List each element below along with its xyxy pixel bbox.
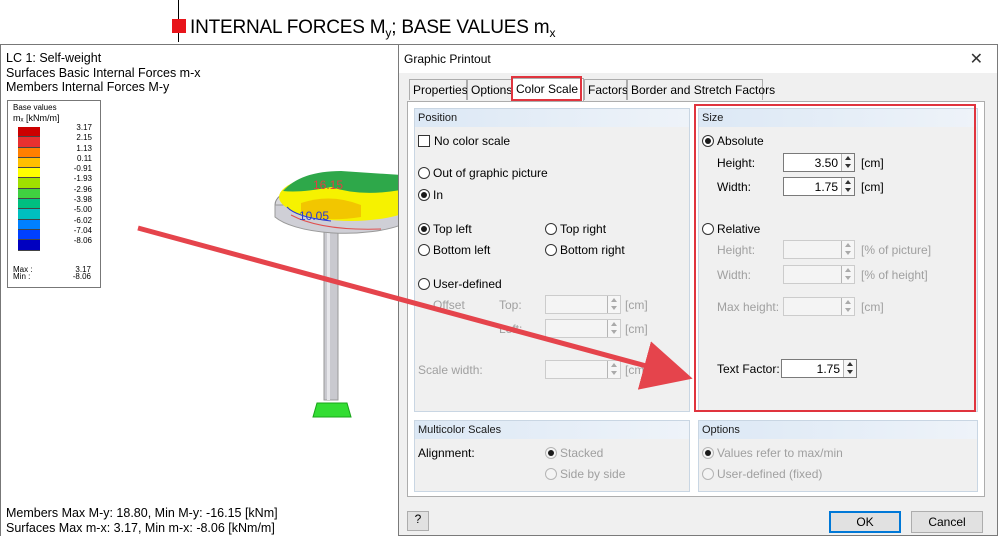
offset-label: Offset	[433, 298, 465, 312]
dialog-title: Graphic Printout	[404, 52, 491, 66]
alignment-label: Alignment:	[418, 446, 475, 460]
in-radio[interactable]: In	[418, 188, 443, 202]
graphic-panel: LC 1: Self-weight Surfaces Basic Interna…	[0, 44, 400, 536]
position-header: Position	[415, 109, 689, 127]
offset-top-input[interactable]	[545, 295, 621, 314]
result-summary: Members Max M-y: 18.80, Min M-y: -16.15 …	[6, 506, 278, 536]
no-color-scale-checkbox[interactable]: No color scale	[418, 134, 510, 148]
page-title: INTERNAL FORCES My; BASE VALUES mx	[190, 17, 556, 40]
help-icon[interactable]: ?	[407, 511, 429, 531]
values-refer-radio[interactable]: Values refer to max/min	[702, 446, 843, 460]
offset-top-unit: [cm]	[625, 298, 648, 312]
tab-properties[interactable]: Properties	[409, 79, 468, 100]
options-group: Options Values refer to max/min User-def…	[698, 420, 978, 492]
model-view: 16.15 10.05	[274, 171, 400, 418]
offset-left-input[interactable]	[545, 319, 621, 338]
header-marker	[172, 19, 186, 33]
user-defined-radio[interactable]: User-defined	[418, 277, 502, 291]
scale-width-unit: [cm]	[625, 363, 648, 377]
dialog-titlebar: Graphic Printout ✕	[399, 45, 997, 73]
multicolor-group: Multicolor Scales Alignment: Stacked Sid…	[414, 420, 690, 492]
summary-line: Members Max M-y: 18.80, Min M-y: -16.15 …	[6, 506, 278, 520]
tab-options[interactable]: Options	[467, 79, 512, 100]
tab-highlight-box	[511, 76, 582, 101]
cancel-button[interactable]: Cancel	[911, 511, 983, 533]
color-scale-page: Position No color scale Out of graphic p…	[407, 101, 985, 497]
support-shape	[312, 402, 352, 418]
graphic-printout-dialog: Graphic Printout ✕ Properties Options Co…	[398, 44, 998, 536]
offset-top-label: Top:	[499, 298, 522, 312]
bottom-right-radio[interactable]: Bottom right	[545, 243, 625, 257]
out-of-graphic-radio[interactable]: Out of graphic picture	[418, 166, 548, 180]
top-left-radio[interactable]: Top left	[418, 222, 472, 236]
bottom-left-radio[interactable]: Bottom left	[418, 243, 490, 257]
offset-left-label: Left:	[499, 322, 523, 336]
scale-width-label: Scale width:	[418, 363, 483, 377]
tab-factors[interactable]: Factors	[584, 79, 628, 100]
ok-button[interactable]: OK	[829, 511, 901, 533]
tab-border-stretch[interactable]: Border and Stretch Factors	[627, 79, 775, 100]
summary-line: Surfaces Max m-x: 3.17, Min m-x: -8.06 […	[6, 521, 275, 535]
offset-left-unit: [cm]	[625, 322, 648, 336]
stacked-radio[interactable]: Stacked	[545, 446, 603, 460]
scale-width-input[interactable]	[545, 360, 621, 379]
user-defined-fixed-radio[interactable]: User-defined (fixed)	[702, 467, 822, 481]
options-header: Options	[699, 421, 977, 439]
close-icon[interactable]: ✕	[970, 49, 983, 69]
size-highlight-box	[694, 104, 976, 412]
side-by-side-radio[interactable]: Side by side	[545, 467, 625, 481]
top-right-radio[interactable]: Top right	[545, 222, 606, 236]
model-value-label: 10.05	[299, 209, 329, 223]
position-group: Position No color scale Out of graphic p…	[414, 108, 690, 412]
multicolor-header: Multicolor Scales	[415, 421, 689, 439]
model-value-label: 16.15	[313, 178, 343, 192]
